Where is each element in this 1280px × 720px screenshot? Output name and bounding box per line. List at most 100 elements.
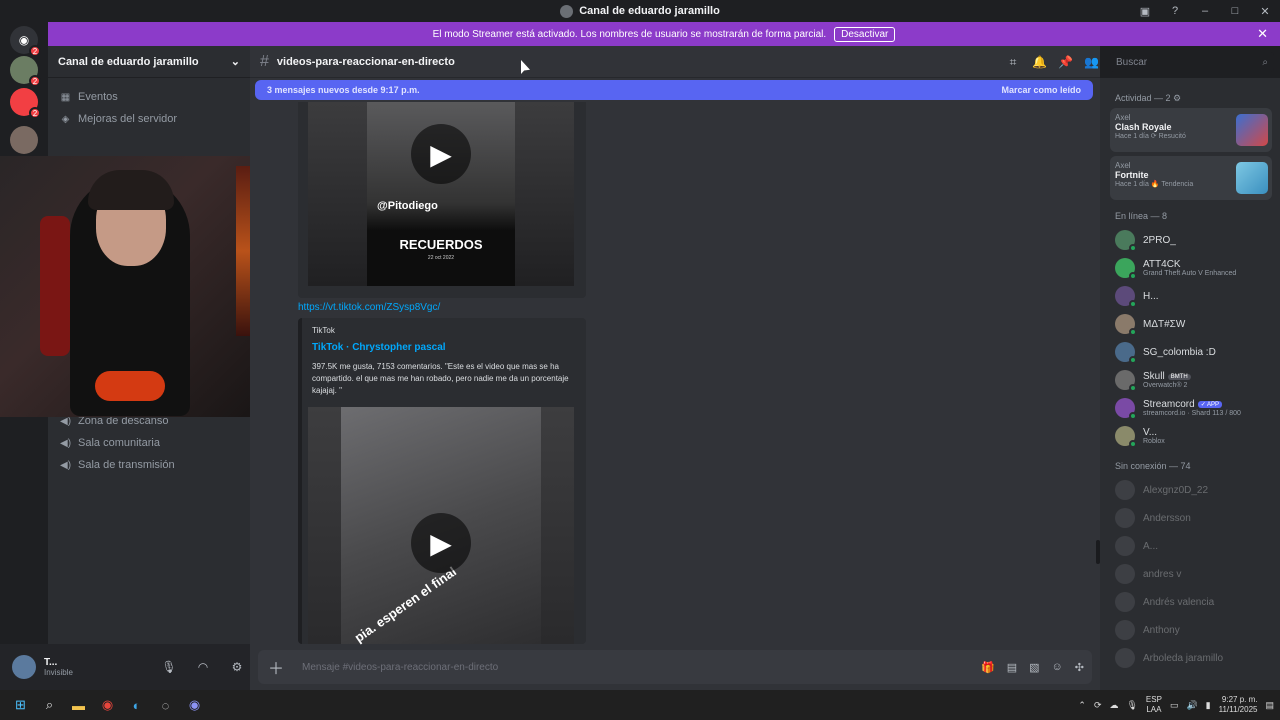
server-icon-current[interactable] [10, 126, 38, 154]
embed-title-link[interactable]: TikTok · Chrystopher pascal [312, 342, 446, 353]
member-row-offline[interactable]: Andrés valencia [1100, 588, 1280, 616]
voice-channel-label: Sala de transmisión [78, 459, 175, 471]
server-icon-1[interactable]: 2 [10, 56, 41, 87]
game-art [1236, 114, 1268, 146]
edge-icon[interactable]: ◐ [122, 690, 151, 720]
add-attachment-icon[interactable]: ＋ [268, 655, 288, 679]
sidebar-item-events[interactable]: ▦ Eventos [48, 86, 250, 108]
voice-channel-sala-de-transmision[interactable]: ◀) Sala de transmisión [48, 454, 250, 476]
play-icon[interactable]: ▶ [411, 513, 471, 573]
streamer-webcam-overlay [0, 156, 291, 417]
member-row-offline[interactable]: Andersson [1100, 504, 1280, 532]
close-banner-icon[interactable]: ✕ [1257, 26, 1268, 42]
avatar [1115, 620, 1135, 640]
member-row-offline[interactable]: andres v [1100, 560, 1280, 588]
header-toolbar: ⌗ 🔔 📌 👥 [1006, 46, 1100, 78]
apps-icon[interactable]: ✣ [1075, 661, 1084, 674]
play-icon[interactable]: ▶ [411, 124, 471, 184]
message-composer[interactable]: ＋ Mensaje #videos-para-reaccionar-en-dir… [258, 650, 1092, 684]
hash-icon: # [260, 52, 269, 70]
member-row[interactable]: ATT4CK Grand Theft Auto V Enhanced [1100, 254, 1280, 282]
settings-gear-icon[interactable]: ⚙ [224, 660, 250, 674]
server-icon-2[interactable]: 2 [10, 88, 41, 119]
gift-icon[interactable]: 🎁 [981, 661, 995, 674]
member-row[interactable]: Streamcord ✓ APP streamcord.io · Shard 113… [1100, 394, 1280, 422]
member-row[interactable]: Skull BMTH Overwatch® 2 [1100, 366, 1280, 394]
user-info[interactable]: T... Invisible [44, 657, 148, 677]
avatar [1115, 508, 1135, 528]
gear-icon[interactable]: ⚙ [1173, 93, 1181, 104]
member-row[interactable]: H... [1100, 282, 1280, 310]
member-list: Actividad — 2 ⚙ Axel Clash Royale Hace 1… [1100, 78, 1280, 690]
gaming-chair [40, 216, 70, 356]
gif-icon[interactable]: ▤ [1007, 661, 1017, 674]
volume-icon[interactable]: 🔊 [1186, 700, 1197, 711]
sidebar-item-boosts[interactable]: ◈ Mejoras del servidor [48, 108, 250, 130]
github-icon[interactable]: ◌ [151, 690, 180, 720]
member-name: ATT4CK [1143, 259, 1181, 270]
cloud-icon[interactable]: ☁ [1109, 700, 1118, 711]
member-tag: ✓ APP [1197, 401, 1223, 408]
help-icon[interactable]: ? [1160, 5, 1190, 17]
avatar[interactable] [12, 655, 36, 679]
message-input[interactable]: Mensaje #videos-para-reaccionar-en-direc… [302, 662, 498, 673]
member-row-offline[interactable]: A... [1100, 532, 1280, 560]
activity-card-clash-royale[interactable]: Axel Clash Royale Hace 1 día ⟳ Resucitó [1110, 108, 1272, 152]
voice-channel-sala-comunitaria[interactable]: ◀) Sala comunitaria [48, 432, 250, 454]
emoji-icon[interactable]: ☺ [1052, 661, 1063, 673]
sync-icon[interactable]: ⟳ [1094, 700, 1102, 711]
embed-provider: TikTok [312, 326, 335, 335]
language-indicator[interactable]: ESP LAA [1146, 695, 1162, 715]
member-row-offline[interactable]: Alexgnz0D_22 [1100, 476, 1280, 504]
chevron-up-icon[interactable]: ⌃ [1078, 700, 1086, 711]
avatar [1115, 426, 1137, 448]
direct-messages-button[interactable]: ◉ 2 [10, 26, 41, 57]
deactivate-streamer-button[interactable]: Desactivar [834, 26, 896, 42]
lang-code: ESP [1145, 695, 1162, 704]
member-row-offline[interactable]: Anthony [1100, 616, 1280, 644]
lang-layout: LAA [1146, 705, 1162, 714]
discord-taskbar-icon[interactable]: ◉ [180, 690, 209, 720]
member-row[interactable]: SG_colombia :D [1100, 338, 1280, 366]
online-status-dot [1129, 356, 1137, 364]
member-row[interactable]: MΔT#ΣW [1100, 310, 1280, 338]
close-window-button[interactable]: ✕ [1250, 5, 1280, 18]
windows-start-icon[interactable]: ⊞ [6, 690, 35, 720]
member-row[interactable]: 2PRO_ [1100, 226, 1280, 254]
file-explorer-icon[interactable]: ▬ [64, 690, 93, 720]
chrome-icon[interactable]: ◉ [93, 690, 122, 720]
battery-icon[interactable]: ▮ [1206, 700, 1211, 711]
threads-icon[interactable]: ⌗ [1006, 55, 1020, 70]
inbox-icon[interactable]: ▣ [1130, 5, 1160, 18]
sidebar-item-label: Mejoras del servidor [78, 113, 178, 125]
activity-card-fortnite[interactable]: Axel Fortnite Hace 1 día 🔥 Tendencia [1110, 156, 1272, 200]
microphone-icon[interactable]: 🎙 [156, 660, 182, 674]
member-info: V... Roblox [1143, 427, 1165, 445]
members-icon[interactable]: 👥 [1084, 55, 1099, 69]
headphones-icon[interactable]: ◠ [190, 660, 216, 674]
mark-as-read-button[interactable]: Marcar como leído [1001, 85, 1081, 95]
new-messages-bar[interactable]: 3 mensajes nuevos desde 9:17 p.m. Marcar… [255, 80, 1093, 100]
online-header: En línea — 8 [1115, 211, 1168, 221]
video-thumbnail-1[interactable]: @Pitodiego RECUERDOS 22 oct 2022 ▶ [308, 102, 574, 286]
maximize-button[interactable]: □ [1220, 5, 1250, 17]
video-thumbnail-2[interactable]: pia. esperen el final ▶ [308, 407, 574, 645]
activity-header-text: Actividad — 2 [1115, 93, 1171, 103]
dm-badge: 2 [29, 45, 41, 57]
mic-tray-icon[interactable]: 🎙 [1126, 700, 1137, 711]
network-icon[interactable]: ▭ [1170, 700, 1179, 711]
pin-icon[interactable]: 📌 [1058, 55, 1073, 69]
channel-header: # videos-para-reaccionar-en-directo ⌗ 🔔 … [250, 46, 1100, 78]
bell-icon[interactable]: 🔔 [1032, 55, 1047, 69]
search-input[interactable]: Buscar ⌕ [1110, 52, 1274, 72]
member-row-offline[interactable]: Arboleda jaramillo [1100, 644, 1280, 672]
minimize-button[interactable]: – [1190, 5, 1220, 17]
server-header[interactable]: Canal de eduardo jaramillo ⌄ [48, 46, 250, 78]
server-avatar-icon [560, 4, 574, 18]
member-row[interactable]: V... Roblox [1100, 422, 1280, 450]
tiktok-link[interactable]: https://vt.tiktok.com/ZSysp8Vgc/ [298, 302, 440, 313]
sticker-icon[interactable]: ▧ [1029, 661, 1039, 674]
clock[interactable]: 9:27 p. m. 11/11/2025 [1219, 695, 1258, 715]
search-icon[interactable]: ⌕ [35, 690, 64, 720]
notification-icon[interactable]: ▤ [1265, 700, 1274, 711]
